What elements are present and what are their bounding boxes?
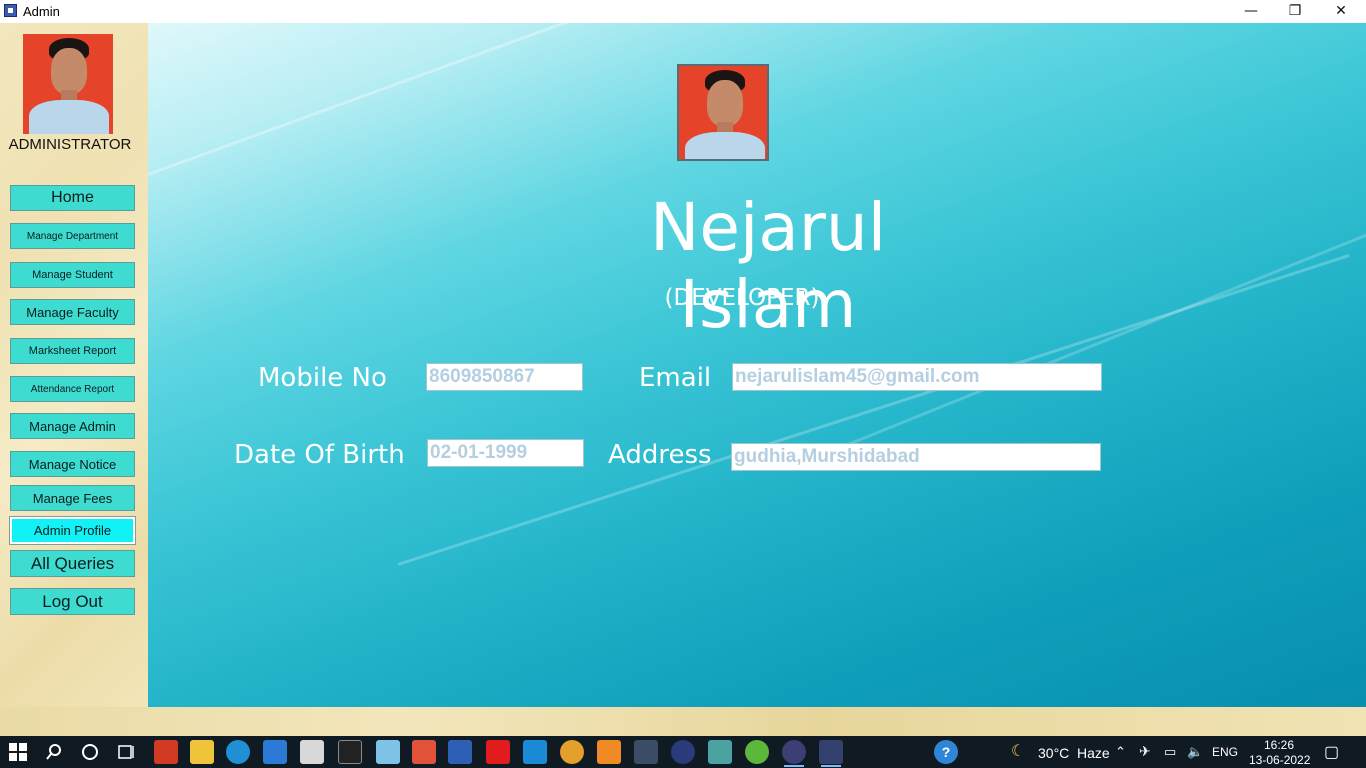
task-view-icon[interactable] [114, 740, 138, 764]
terminal-icon[interactable] [338, 740, 362, 764]
admin-profile-button[interactable]: Admin Profile [9, 516, 136, 545]
notepad-icon[interactable] [376, 740, 400, 764]
window-title: Admin [23, 4, 60, 19]
clock-time[interactable]: 16:26 [1264, 738, 1294, 752]
language-indicator[interactable]: ENG [1212, 745, 1238, 759]
manage-notice-button[interactable]: Manage Notice [10, 451, 135, 477]
attendance-report-button[interactable]: Attendance Report [10, 376, 135, 402]
remote-desktop-icon[interactable] [263, 740, 287, 764]
weather-moon-icon: ☾ [1010, 743, 1026, 760]
search-icon[interactable] [42, 740, 66, 764]
java-app-icon[interactable] [819, 740, 843, 767]
mail-icon[interactable] [300, 740, 324, 764]
chrome-icon[interactable] [560, 740, 584, 764]
file-explorer-icon[interactable] [190, 740, 214, 764]
vscode-icon[interactable] [523, 740, 547, 764]
show-hidden-icons-icon[interactable]: ⌃ [1115, 744, 1126, 760]
app-window-icon [4, 4, 17, 17]
address-label: Address [608, 440, 712, 470]
admin-avatar [23, 34, 113, 134]
date-of-birth-label: Date Of Birth [234, 440, 405, 470]
netbeans-icon[interactable] [782, 740, 806, 767]
mobile-field[interactable] [426, 363, 583, 391]
sidebar: ADMINISTRATOR Home Manage Department Man… [0, 23, 148, 707]
xampp-icon[interactable] [597, 740, 621, 764]
notifications-icon[interactable]: ▢ [1324, 742, 1339, 762]
address-field[interactable] [731, 443, 1101, 471]
office-icon[interactable] [154, 740, 178, 764]
taskbar: ? ☾ 30°C Haze ⌃ ✈ ▭ 🔈 ENG 16:26 13-06-20… [0, 736, 1366, 768]
cortana-icon[interactable] [78, 740, 102, 764]
profile-photo [677, 64, 769, 161]
volume-icon[interactable]: 🔈 [1187, 744, 1203, 760]
manage-department-button[interactable]: Manage Department [10, 223, 135, 249]
minimize-button[interactable]: — [1228, 0, 1274, 23]
home-button[interactable]: Home [10, 185, 135, 211]
edge-icon[interactable] [226, 740, 250, 764]
weather-temp: 30°C [1038, 745, 1070, 761]
sql-icon[interactable] [634, 740, 658, 764]
manage-admin-button[interactable]: Manage Admin [10, 413, 135, 439]
manage-faculty-button[interactable]: Manage Faculty [10, 299, 135, 325]
profile-panel: Nejarul Islam (DEVELOPER) Mobile No Emai… [148, 23, 1366, 707]
youtube-icon[interactable] [486, 740, 510, 764]
clock-date[interactable]: 13-06-2022 [1249, 753, 1310, 767]
windows-start-icon[interactable] [6, 740, 30, 764]
word-icon[interactable] [448, 740, 472, 764]
battery-icon[interactable]: ▭ [1164, 744, 1176, 760]
utorrent-icon[interactable] [745, 740, 769, 764]
profile-name: Nejarul Islam [649, 189, 887, 343]
all-queries-button[interactable]: All Queries [10, 550, 135, 577]
manage-student-button[interactable]: Manage Student [10, 262, 135, 288]
restore-button[interactable]: ❐ [1272, 0, 1318, 23]
office-app-icon[interactable] [412, 740, 436, 764]
role-label: ADMINISTRATOR [8, 136, 132, 153]
marksheet-report-button[interactable]: Marksheet Report [10, 338, 135, 364]
email-label: Email [639, 363, 712, 393]
network-icon[interactable]: ✈ [1139, 743, 1151, 760]
help-icon[interactable]: ? [934, 740, 958, 764]
mobile-label: Mobile No [258, 363, 387, 393]
manage-fees-button[interactable]: Manage Fees [10, 485, 135, 511]
profile-role: (DEVELOPER) [664, 285, 820, 311]
eclipse-icon[interactable] [671, 740, 695, 764]
close-button[interactable]: ✕ [1318, 0, 1364, 23]
title-bar: Admin — ❐ ✕ [0, 0, 1366, 23]
footer-strip [0, 707, 1366, 736]
weather-desc[interactable]: Haze [1077, 745, 1110, 761]
settings-icon[interactable] [708, 740, 732, 764]
log-out-button[interactable]: Log Out [10, 588, 135, 615]
date-of-birth-field[interactable] [427, 439, 584, 467]
email-field[interactable] [732, 363, 1102, 391]
